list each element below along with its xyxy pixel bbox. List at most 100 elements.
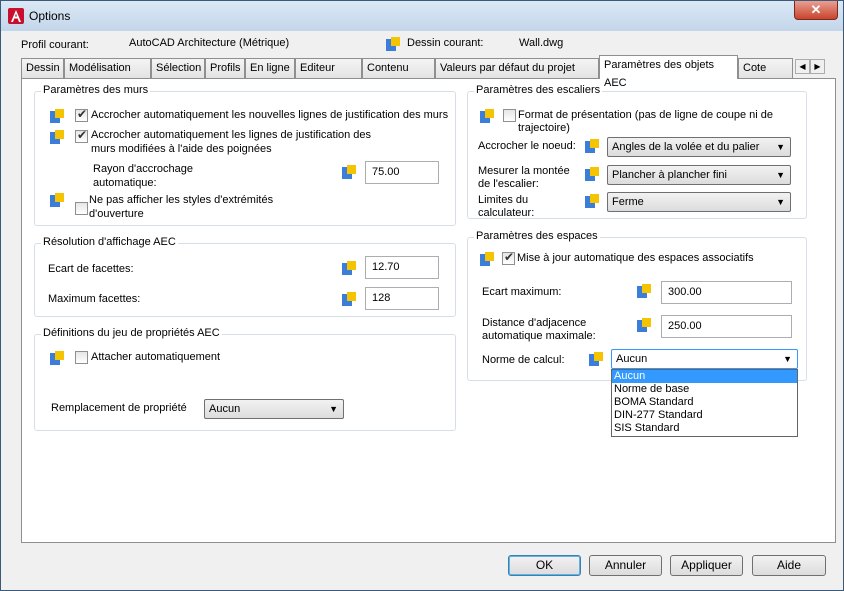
measure-rise-label-1: Mesurer la montée — [478, 165, 570, 177]
calc-standard-value: Aucun — [616, 353, 648, 365]
drawing-setting-icon — [585, 167, 599, 181]
auto-snap-modified-walls-checkbox[interactable] — [75, 128, 88, 143]
hide-endcap-label-1: Ne pas afficher les styles d'extrémités — [89, 194, 274, 206]
close-button[interactable]: ✕ — [794, 1, 838, 20]
drawing-setting-icon — [585, 139, 599, 153]
tab-modelisation-3d[interactable]: Modélisation 3D — [64, 58, 151, 92]
profile-label: Profil courant: — [21, 39, 89, 51]
snap-node-select[interactable]: Angles de la volée et du palier ▼ — [607, 137, 791, 157]
tab-contenu-aec[interactable]: Contenu AEC — [362, 58, 435, 92]
measure-rise-label-2: de l'escalier: — [478, 178, 539, 190]
drawing-setting-icon — [342, 165, 356, 179]
drawing-setting-icon — [585, 194, 599, 208]
drawing-setting-icon — [342, 292, 356, 306]
max-facets-label: Maximum facettes: — [48, 293, 141, 305]
auto-snap-new-walls-checkbox[interactable] — [75, 107, 88, 122]
snap-node-label: Accrocher le noeud: — [478, 140, 576, 152]
property-override-select[interactable]: Aucun ▼ — [204, 399, 344, 419]
property-override-label: Remplacement de propriété — [51, 402, 187, 414]
max-facets-input[interactable]: 128 — [365, 287, 439, 310]
tab-editeur-aec[interactable]: Editeur AEC — [295, 58, 362, 92]
tab-en-ligne[interactable]: En ligne — [245, 58, 295, 78]
auto-update-spaces-label: Mise à jour automatique des espaces asso… — [517, 252, 754, 264]
stairs-group-title: Paramètres des escaliers — [474, 84, 603, 96]
chevron-down-icon: ▼ — [783, 354, 792, 364]
auto-snap-modified-label-1: Accrocher automatiquement les lignes de … — [91, 129, 372, 141]
presentation-format-checkbox[interactable] — [503, 109, 516, 122]
presentation-label-1: Format de présentation (pas de ligne de … — [518, 109, 773, 121]
calc-option-aucun[interactable]: Aucun — [612, 370, 797, 383]
presentation-label-2: trajectoire) — [518, 122, 570, 134]
calc-standard-dropdown-list: Aucun Norme de base BOMA Standard DIN-27… — [611, 369, 798, 437]
calc-option-boma[interactable]: BOMA Standard — [612, 396, 797, 409]
options-window: Options ✕ Profil courant: AutoCAD Archit… — [0, 0, 844, 591]
apply-button[interactable]: Appliquer — [670, 555, 743, 576]
calculator-limits-select[interactable]: Ferme ▼ — [607, 192, 791, 212]
drawing-setting-icon — [50, 351, 64, 365]
drawing-label: Dessin courant: — [407, 37, 484, 49]
resolution-group-title: Résolution d'affichage AEC — [41, 236, 178, 248]
calc-option-sis[interactable]: SIS Standard — [612, 422, 797, 435]
calculator-limits-label-1: Limites du — [478, 194, 529, 206]
tab-selection[interactable]: Sélection — [151, 58, 205, 78]
snap-radius-input[interactable]: 75.00 — [365, 161, 439, 184]
profile-value: AutoCAD Architecture (Métrique) — [129, 37, 290, 49]
chevron-down-icon: ▼ — [776, 170, 785, 180]
help-button[interactable]: Aide — [752, 555, 826, 576]
calc-standard-label: Norme de calcul: — [482, 354, 565, 366]
measure-rise-select[interactable]: Plancher à plancher fini ▼ — [607, 165, 791, 185]
hide-endcap-styles-checkbox[interactable] — [75, 202, 88, 215]
ok-button[interactable]: OK — [508, 555, 581, 576]
calculator-limits-value: Ferme — [612, 196, 644, 208]
cancel-button[interactable]: Annuler — [589, 555, 662, 576]
max-gap-input[interactable]: 300.00 — [661, 281, 792, 304]
adjacency-input[interactable]: 250.00 — [661, 315, 792, 338]
drawing-setting-icon — [480, 109, 494, 123]
tab-profils[interactable]: Profils — [205, 58, 245, 78]
tab-dessin[interactable]: Dessin — [21, 58, 64, 78]
auto-snap-new-walls-label: Accrocher automatiquement les nouvelles … — [91, 109, 449, 121]
tab-parametres-objets-aec[interactable]: Paramètres des objets AEC — [599, 55, 738, 89]
auto-attach-checkbox[interactable] — [75, 351, 88, 364]
drawing-setting-icon — [637, 284, 651, 298]
drawing-file-icon — [386, 37, 400, 51]
chevron-down-icon: ▼ — [776, 197, 785, 207]
property-override-value: Aucun — [209, 403, 241, 415]
drawing-setting-icon — [50, 193, 64, 207]
calc-standard-select[interactable]: Aucun ▼ — [611, 349, 798, 369]
spaces-group-title: Paramètres des espaces — [474, 230, 600, 242]
tab-scroll-left-button[interactable]: ◀ — [795, 59, 810, 74]
tab-valeurs-projet-aec[interactable]: Valeurs par défaut du projet AEC — [435, 58, 599, 92]
drawing-setting-icon — [637, 318, 651, 332]
facet-deviation-input[interactable]: 12.70 — [365, 256, 439, 279]
tab-cote-aec[interactable]: Cote AEC — [738, 58, 793, 92]
drawing-setting-icon — [50, 109, 64, 123]
calc-option-norme-de-base[interactable]: Norme de base — [612, 383, 797, 396]
auto-snap-modified-label-2: murs modifiées à l'aide des poignées — [91, 143, 272, 155]
snap-radius-label-2: automatique: — [93, 177, 157, 189]
max-gap-label: Ecart maximum: — [482, 286, 562, 298]
calculator-limits-label-2: calculateur: — [478, 207, 535, 219]
title-bar[interactable]: Options ✕ — [1, 1, 843, 31]
drawing-setting-icon — [480, 252, 494, 266]
window-title: Options — [29, 9, 71, 23]
autocad-logo-icon — [8, 8, 24, 24]
measure-rise-value: Plancher à plancher fini — [612, 169, 727, 181]
auto-update-spaces-checkbox[interactable] — [502, 250, 515, 265]
chevron-down-icon: ▼ — [776, 142, 785, 152]
calc-option-din-277[interactable]: DIN-277 Standard — [612, 409, 797, 422]
adjacency-label-2: automatique maximale: — [482, 330, 596, 342]
drawing-value: Wall.dwg — [519, 37, 564, 49]
auto-attach-label: Attacher automatiquement — [91, 351, 221, 363]
adjacency-label-1: Distance d'adjacence — [482, 317, 587, 329]
facet-deviation-label: Ecart de facettes: — [48, 263, 134, 275]
hide-endcap-label-2: d'ouverture — [89, 208, 144, 220]
walls-group-title: Paramètres des murs — [41, 84, 151, 96]
snap-radius-label-1: Rayon d'accrochage — [93, 163, 193, 175]
drawing-setting-icon — [50, 130, 64, 144]
snap-node-value: Angles de la volée et du palier — [612, 141, 760, 153]
tab-scroll-right-button[interactable]: ▶ — [810, 59, 825, 74]
chevron-down-icon: ▼ — [329, 404, 338, 414]
drawing-setting-icon — [342, 261, 356, 275]
propsets-group-title: Définitions du jeu de propriétés AEC — [41, 327, 222, 339]
